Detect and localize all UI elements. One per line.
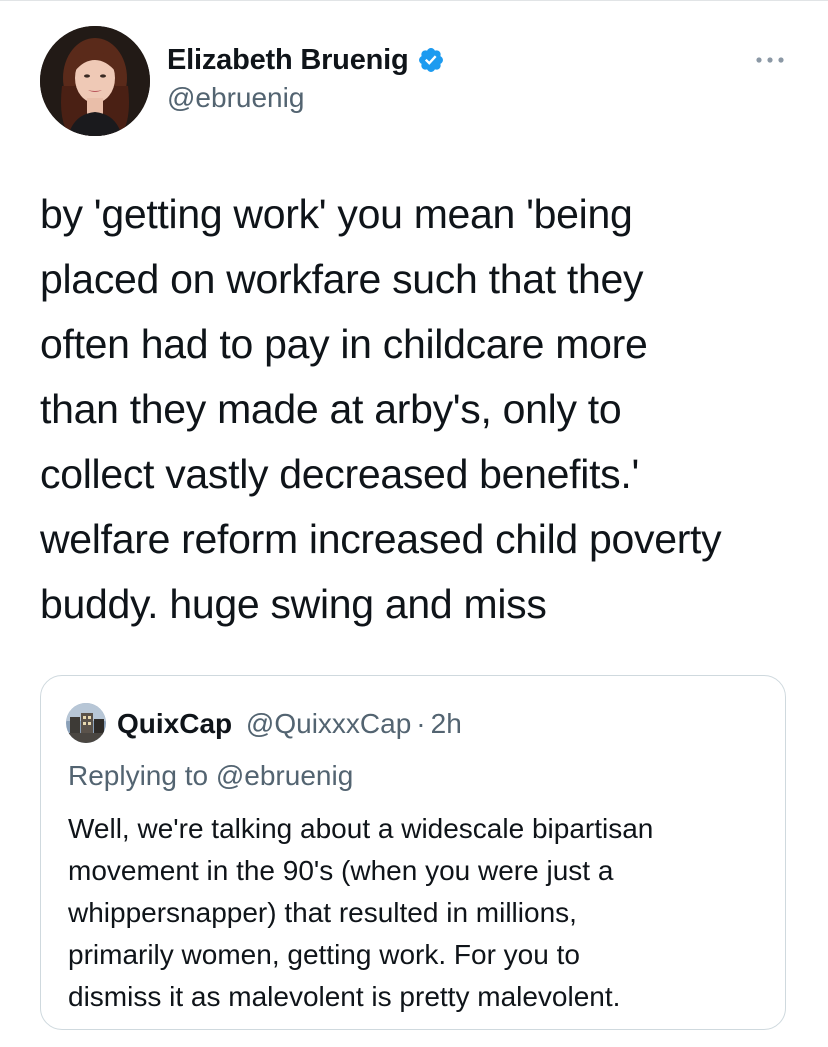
more-options-icon[interactable] [750, 48, 790, 72]
quoted-replying-to: Replying to @ebruenig [68, 760, 354, 791]
author-display-name[interactable]: Elizabeth Bruenig [167, 44, 409, 77]
quoted-tweet-card[interactable]: QuixCap @QuixxxCap · 2h Replying to @ebrue… [40, 675, 786, 1030]
profile-photo-icon [40, 26, 150, 136]
quoted-display-name[interactable]: QuixCap [117, 708, 232, 739]
verified-badge-icon [417, 46, 445, 74]
quoted-timestamp[interactable]: 2h [431, 708, 462, 739]
quoted-tweet-text: Well, we're talking about a widescale bi… [68, 813, 654, 1012]
author-name-row: Elizabeth Bruenig [167, 42, 445, 78]
quoted-separator: · [416, 708, 426, 739]
author-avatar[interactable] [40, 26, 150, 136]
quoted-handle[interactable]: @QuixxxCap [246, 708, 411, 739]
quoted-header: QuixCap @QuixxxCap · 2h [117, 706, 462, 742]
tweet-text: by 'getting work' you mean 'being placed… [40, 191, 722, 627]
top-divider [0, 0, 828, 1]
author-handle[interactable]: @ebruenig [167, 82, 304, 114]
quoted-author-avatar[interactable] [66, 703, 106, 743]
quoted-profile-photo-icon [66, 703, 106, 743]
